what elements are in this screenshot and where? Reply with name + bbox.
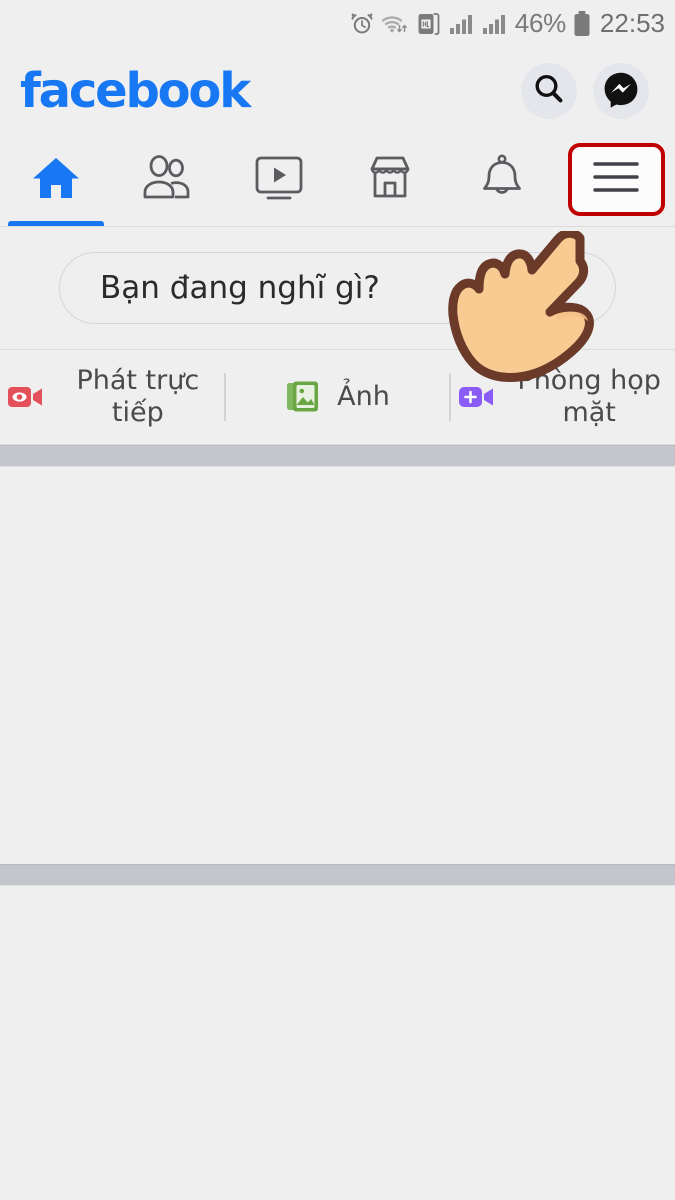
menu-highlight-box <box>567 143 665 216</box>
feed-placeholder-2 <box>0 886 675 1189</box>
status-composer: Bạn đang nghĩ gì? <box>0 227 675 350</box>
feed-divider-band-1 <box>0 445 675 467</box>
action-photo[interactable]: Ảnh <box>226 379 450 415</box>
navigation-tabs <box>0 135 675 227</box>
tab-notifications[interactable] <box>446 135 558 226</box>
signal-bars-1-icon <box>449 12 475 36</box>
battery-percent-label: 46% <box>514 8 566 38</box>
facebook-app-screen: 46% 22:53 facebook Bạn đang nghĩ gì? Phá… <box>0 0 675 1200</box>
tab-menu[interactable] <box>558 135 675 226</box>
action-room-label: Phòng họp mặt <box>517 365 661 428</box>
active-tab-indicator <box>8 221 104 226</box>
signal-bars-2-icon <box>482 12 508 36</box>
facebook-logo[interactable]: facebook <box>20 67 251 115</box>
bell-icon <box>475 152 529 209</box>
alarm-clock-icon <box>350 12 374 36</box>
messenger-icon <box>602 70 640 113</box>
video-play-icon <box>250 152 308 209</box>
action-live-video[interactable]: Phát trực tiếp <box>0 365 224 429</box>
hamburger-menu-icon <box>589 156 643 203</box>
tab-watch[interactable] <box>223 135 335 226</box>
home-icon <box>28 152 84 209</box>
clock-time-label: 22:53 <box>599 8 665 38</box>
composer-placeholder: Bạn đang nghĩ gì? <box>100 270 380 306</box>
storefront-icon <box>361 152 419 209</box>
friends-icon <box>139 153 195 208</box>
app-header: facebook <box>0 47 675 135</box>
composer-input[interactable]: Bạn đang nghĩ gì? <box>59 252 616 324</box>
messenger-button[interactable] <box>593 63 649 119</box>
header-actions <box>521 63 649 119</box>
composer-action-row: Phát trực tiếp Ảnh Phòng họp mặt <box>0 350 675 445</box>
tab-home[interactable] <box>0 135 112 226</box>
search-button[interactable] <box>521 63 577 119</box>
feed-divider-band-2 <box>0 864 675 886</box>
hd-sim-icon <box>416 11 442 37</box>
wifi-icon <box>381 12 409 36</box>
status-bar: 46% 22:53 <box>0 0 675 47</box>
search-icon <box>532 72 566 111</box>
action-room[interactable]: Phòng họp mặt <box>451 365 675 429</box>
feed-placeholder-1 <box>0 467 675 864</box>
live-video-icon <box>6 380 46 414</box>
tab-marketplace[interactable] <box>335 135 447 226</box>
action-live-video-label: Phát trực tiếp <box>76 365 200 428</box>
photo-gallery-icon <box>285 379 325 415</box>
tab-friends[interactable] <box>112 135 224 226</box>
action-photo-label: Ảnh <box>337 381 390 413</box>
battery-icon <box>573 10 591 38</box>
video-room-icon <box>457 380 497 414</box>
